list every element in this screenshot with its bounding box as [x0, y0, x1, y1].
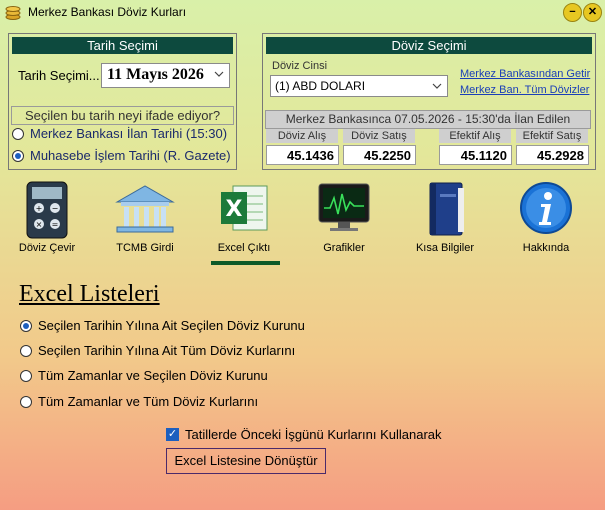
- book-icon: [429, 182, 464, 236]
- holiday-checkbox-label[interactable]: Tatillerde Önceki İşgünü Kurlarını Kulla…: [185, 427, 442, 442]
- rate-label-eff-selling: Efektif Satış: [516, 129, 588, 143]
- calculator-icon: + − × =: [26, 181, 68, 239]
- holiday-checkbox[interactable]: ✓: [166, 428, 179, 441]
- rate-value-eff-selling: 45.2928: [516, 145, 589, 165]
- excel-lists-title: Excel Listeleri: [19, 281, 160, 307]
- tool-label: Excel Çıktı: [217, 242, 271, 254]
- question-text: Seçilen bu tarih neyi ifade ediyor?: [24, 108, 221, 123]
- all-currencies-link[interactable]: Merkez Ban. Tüm Dövizler: [460, 84, 589, 96]
- chevron-down-icon: [432, 83, 442, 89]
- date-value: 11 Mayıs 2026: [107, 66, 204, 83]
- radio-announcement-date-label[interactable]: Merkez Bankası İlan Tarihi (15:30): [30, 126, 227, 141]
- rate-label-eff-buying: Efektif Alış: [439, 129, 511, 143]
- tool-about[interactable]: Hakkında: [499, 176, 593, 258]
- tool-label: Grafikler: [323, 242, 365, 254]
- svg-text:×: ×: [36, 220, 43, 229]
- rate-value-eff-buying: 45.1120: [439, 145, 512, 165]
- currency-type-label: Döviz Cinsi: [272, 60, 328, 72]
- announcement-bar: Merkez Bankasınca 07.05.2026 - 15:30'da …: [265, 110, 591, 129]
- svg-text:X: X: [226, 197, 243, 222]
- coins-icon: [5, 6, 21, 20]
- rate-label-buying: Döviz Alış: [266, 129, 338, 143]
- convert-to-excel-button[interactable]: Excel Listesine Dönüştür: [166, 448, 326, 474]
- date-label: Tarih Seçimi...: [18, 68, 100, 83]
- tool-excel-output[interactable]: X Excel Çıktı: [197, 176, 291, 258]
- date-picker[interactable]: 11 Mayıs 2026: [101, 63, 230, 88]
- rate-value-buying: 45.1436: [266, 145, 339, 165]
- close-button[interactable]: ✕: [583, 3, 602, 22]
- main-window: Merkez Bankası Döviz Kurları − ✕ Tarih S…: [0, 0, 605, 510]
- tool-short-info[interactable]: Kısa Bilgiler: [398, 176, 492, 258]
- radio-all-time-selected-currency-label[interactable]: Tüm Zamanlar ve Seçilen Döviz Kurunu: [38, 368, 268, 383]
- currency-select[interactable]: (1) ABD DOLARI: [270, 75, 448, 97]
- info-icon: [520, 182, 572, 234]
- tool-label: Hakkında: [522, 242, 570, 254]
- radio-announcement-date[interactable]: [12, 128, 24, 140]
- radio-all-time-all-currencies-label[interactable]: Tüm Zamanlar ve Tüm Döviz Kurlarını: [38, 394, 258, 409]
- title-bar: Merkez Bankası Döviz Kurları − ✕: [0, 0, 605, 24]
- currency-select-value: (1) ABD DOLARI: [275, 79, 366, 93]
- svg-text:=: =: [52, 220, 59, 229]
- radio-accounting-date[interactable]: [12, 150, 24, 162]
- minimize-button[interactable]: −: [563, 3, 582, 22]
- rate-label-selling: Döviz Satış: [343, 129, 415, 143]
- tool-label: Döviz Çevir: [18, 242, 76, 254]
- radio-accounting-date-label[interactable]: Muhasebe İşlem Tarihi (R. Gazete): [30, 148, 231, 163]
- tool-currency-converter[interactable]: + − × = Döviz Çevir: [0, 176, 94, 258]
- radio-year-selected-currency-label[interactable]: Seçilen Tarihin Yılına Ait Seçilen Döviz…: [38, 318, 305, 333]
- radio-all-time-selected-currency[interactable]: [20, 370, 32, 382]
- currency-selection-header: Döviz Seçimi: [266, 37, 592, 54]
- radio-year-all-currencies-label[interactable]: Seçilen Tarihin Yılına Ait Tüm Döviz Kur…: [38, 343, 295, 358]
- window-title: Merkez Bankası Döviz Kurları: [28, 5, 187, 19]
- bank-icon: [115, 185, 175, 233]
- radio-year-selected-currency[interactable]: [20, 320, 32, 332]
- tool-label: TCMB Girdi: [116, 242, 174, 254]
- chevron-down-icon: [214, 71, 224, 77]
- radio-year-all-currencies[interactable]: [20, 345, 32, 357]
- tool-charts[interactable]: Grafikler: [297, 176, 391, 258]
- fetch-from-central-bank-link[interactable]: Merkez Bankasından Getir: [460, 68, 590, 80]
- svg-text:−: −: [52, 204, 59, 213]
- tool-label: Kısa Bilgiler: [415, 242, 475, 254]
- excel-icon: X: [221, 185, 268, 231]
- active-tab-indicator: [211, 261, 280, 265]
- radio-all-time-all-currencies[interactable]: [20, 396, 32, 408]
- chart-monitor-icon: [318, 183, 370, 231]
- rate-value-selling: 45.2250: [343, 145, 416, 165]
- svg-text:+: +: [36, 204, 43, 213]
- tool-tcmb-input[interactable]: TCMB Girdi: [98, 176, 192, 258]
- date-selection-header: Tarih Seçimi: [12, 37, 233, 54]
- question-box: Seçilen bu tarih neyi ifade ediyor?: [11, 106, 234, 125]
